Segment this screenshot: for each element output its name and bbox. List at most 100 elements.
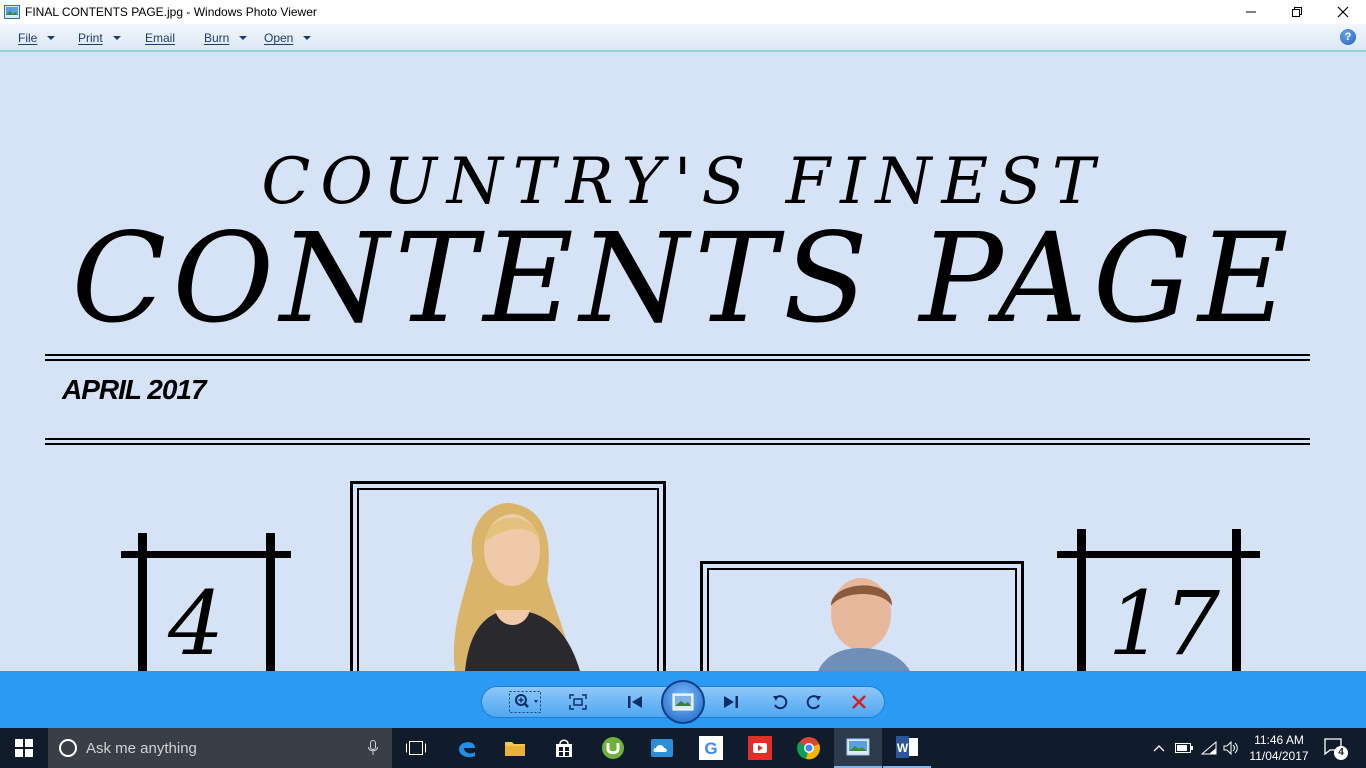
menu-burn-label: Burn (204, 31, 230, 45)
photo-viewer-app[interactable] (834, 728, 882, 768)
menu-print-label: Print (78, 31, 103, 45)
edge-app[interactable] (443, 728, 491, 768)
chevron-down-icon (112, 36, 121, 40)
start-button[interactable] (0, 728, 48, 768)
divider-rule (45, 438, 1310, 440)
menu-email-label: Email (145, 31, 176, 45)
photo-viewer-icon (4, 5, 20, 19)
photos-app[interactable] (638, 728, 686, 768)
clock-date: 11/04/2017 (1249, 749, 1309, 763)
cortana-icon (59, 739, 77, 757)
issue-date: APRIL 2017 (62, 374, 207, 405)
wifi-icon (1201, 741, 1217, 755)
menu-burn[interactable]: Burn (204, 31, 248, 45)
clock-time: 11:46 AM (1254, 733, 1304, 747)
microphone-icon (368, 740, 378, 755)
magazine-subtitle: COUNTRY'S FINEST (261, 145, 1105, 219)
action-center-button[interactable]: 4 (1320, 728, 1350, 768)
show-hidden-icons[interactable] (1149, 728, 1169, 768)
menu-open[interactable]: Open (264, 31, 312, 45)
zoom-button[interactable] (507, 687, 543, 717)
slideshow-button[interactable] (661, 680, 705, 724)
page-bracket-bar (1057, 551, 1260, 558)
cortana-search-box[interactable]: Ask me anything (48, 728, 392, 768)
edge-icon (459, 742, 475, 758)
portrait-photo (435, 500, 585, 671)
next-icon (724, 696, 738, 708)
svg-text:W: W (897, 741, 909, 755)
store-app[interactable] (540, 728, 588, 768)
previous-icon (628, 696, 642, 708)
divider-rule (45, 359, 1310, 361)
rotate-counterclockwise-button[interactable] (769, 687, 791, 717)
menu-print[interactable]: Print (78, 31, 121, 45)
speaker-icon (1223, 741, 1238, 755)
utorrent-icon (602, 737, 624, 759)
image-viewport[interactable]: COUNTRY'S FINEST CONTENTS PAGE APRIL 201… (0, 52, 1366, 671)
menu-email[interactable]: Email (145, 31, 175, 45)
word-app[interactable]: W (883, 728, 931, 768)
close-button[interactable] (1320, 0, 1366, 24)
page-bracket-post (1077, 529, 1086, 671)
chevron-down-icon (239, 36, 248, 40)
menu-file[interactable]: File (18, 31, 56, 45)
menu-file-label: File (18, 31, 38, 45)
weather-icon (651, 739, 673, 757)
taskbar: Ask me anything G W 11:46 AM 11/04/2017 … (0, 728, 1366, 768)
chrome-icon (797, 737, 820, 760)
portrait-photo (818, 576, 910, 671)
chrome-app[interactable] (785, 728, 833, 768)
title-bar: FINAL CONTENTS PAGE.jpg - Windows Photo … (0, 0, 1366, 24)
svg-text:G: G (704, 739, 717, 758)
file-explorer-app[interactable] (491, 728, 539, 768)
menu-bar: File Print Email Burn Open ? (0, 24, 1366, 52)
minimize-button[interactable] (1228, 0, 1274, 24)
notification-count-badge: 4 (1334, 746, 1348, 760)
folder-icon (505, 742, 525, 756)
fit-window-icon (569, 694, 587, 710)
chevron-down-icon (47, 36, 56, 40)
slideshow-icon (672, 693, 694, 711)
page-number-right: 17 (1108, 572, 1220, 671)
help-icon[interactable]: ? (1340, 29, 1356, 45)
youtube-icon (748, 736, 772, 760)
page-number-left: 4 (168, 572, 224, 671)
next-button[interactable] (714, 687, 748, 717)
google-icon: G (699, 736, 723, 760)
search-placeholder: Ask me anything (86, 739, 197, 757)
divider-rule (45, 443, 1310, 445)
volume-indicator[interactable] (1220, 728, 1242, 768)
network-indicator[interactable] (1198, 728, 1220, 768)
photo-viewer-icon (846, 738, 870, 756)
chevron-up-icon (1153, 745, 1165, 752)
chevron-down-icon (303, 36, 312, 40)
utorrent-app[interactable] (589, 728, 637, 768)
menu-open-label: Open (264, 31, 294, 45)
delete-icon (852, 695, 866, 709)
divider-rule (45, 354, 1310, 356)
previous-button[interactable] (618, 687, 652, 717)
system-clock[interactable]: 11:46 AM 11/04/2017 (1240, 732, 1318, 764)
page-bracket-post (1232, 529, 1241, 671)
delete-button[interactable] (847, 687, 871, 717)
rotate-right-icon (806, 695, 821, 710)
magazine-title: CONTENTS PAGE (71, 207, 1295, 351)
task-view-button[interactable] (392, 728, 440, 768)
battery-indicator[interactable] (1172, 728, 1196, 768)
windows-logo-icon (15, 739, 33, 757)
magnifier-icon (509, 691, 541, 713)
rotate-clockwise-button[interactable] (803, 687, 825, 717)
google-app[interactable]: G (687, 728, 735, 768)
battery-icon (1175, 743, 1193, 753)
word-icon: W (896, 736, 918, 758)
restore-button[interactable] (1274, 0, 1320, 24)
actual-size-button[interactable] (566, 687, 590, 717)
task-view-icon (406, 741, 426, 755)
store-icon (556, 739, 572, 757)
rotate-left-icon (773, 695, 788, 710)
viewer-toolbar (0, 671, 1366, 728)
page-bracket-post (266, 533, 275, 671)
youtube-app[interactable] (736, 728, 784, 768)
page-bracket-post (138, 533, 147, 671)
window-title: FINAL CONTENTS PAGE.jpg - Windows Photo … (25, 5, 317, 19)
